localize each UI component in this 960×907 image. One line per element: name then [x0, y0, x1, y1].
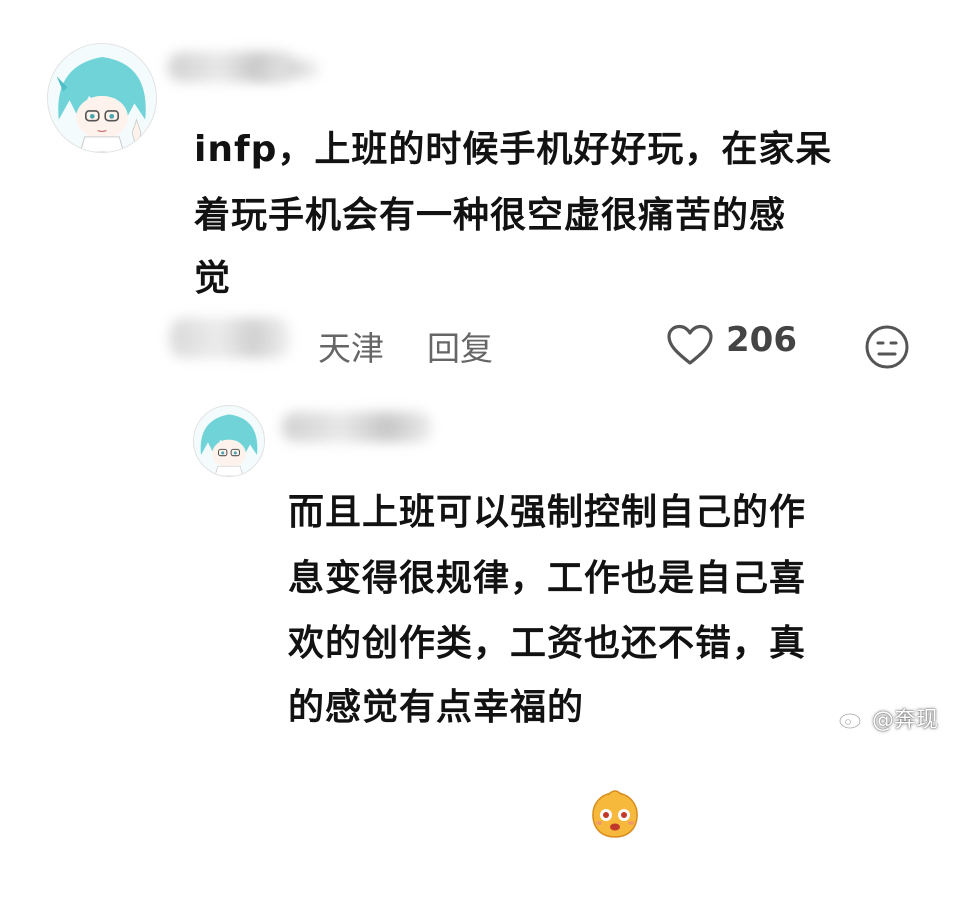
happy-face-emoji-icon	[588, 683, 642, 838]
weibo-watermark: @奔现	[838, 702, 938, 734]
dislike-button[interactable]	[862, 322, 912, 372]
commenter-avatar[interactable]	[47, 43, 157, 153]
reply-button[interactable]: 回复	[427, 322, 493, 370]
like-count: 206	[726, 320, 797, 360]
anime-avatar-icon	[194, 406, 264, 476]
comment-location: 天津	[318, 329, 384, 368]
reply-text-line-2: 息变得很规律，工作也是自己喜	[288, 558, 807, 599]
heart-icon	[667, 324, 713, 365]
replier-avatar[interactable]	[193, 405, 265, 477]
reply-text-line-4: 的感觉有点幸福的	[288, 681, 708, 838]
commenter-username-blurred-2	[250, 60, 320, 78]
weibo-logo-icon	[839, 709, 864, 729]
comment-text-line-1: infp，上班的时候手机好好玩，在家呆	[194, 129, 833, 170]
reply-text-line-4-text: 的感觉有点幸福的	[288, 687, 585, 728]
comment-time-blurred	[170, 318, 290, 358]
comment-text-line-3: 觉	[194, 258, 232, 299]
replier-username-blurred[interactable]	[282, 412, 432, 442]
comment-text-line-2: 着玩手机会有一种很空虚很痛苦的感	[194, 195, 787, 236]
like-button[interactable]	[664, 322, 716, 368]
reply-text-line-3: 欢的创作类，工资也还不错，真	[288, 623, 807, 664]
watermark-text: @奔现	[872, 708, 939, 733]
anime-avatar-icon	[48, 44, 156, 152]
meh-face-icon	[865, 325, 909, 369]
reply-text-line-1: 而且上班可以强制控制自己的作	[288, 492, 807, 533]
